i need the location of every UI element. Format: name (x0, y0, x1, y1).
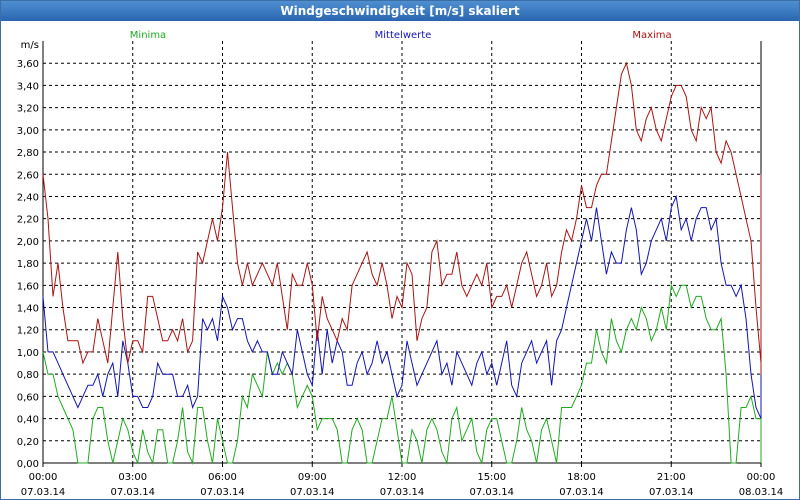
y-tick-label: 0,20 (17, 437, 39, 448)
x-tick-time: 00:00 (747, 472, 776, 483)
y-tick-label: 3,00 (17, 126, 39, 137)
x-tick-date: 07.03.14 (110, 487, 155, 498)
x-tick-time: 09:00 (298, 472, 327, 483)
y-tick-label: 1,20 (17, 326, 39, 337)
x-tick-time: 12:00 (388, 472, 417, 483)
y-tick-label: 0,00 (17, 459, 39, 470)
x-tick-time: 00:00 (29, 472, 58, 483)
window-title: Windgeschwindigkeit [m/s] skaliert (1, 1, 799, 21)
y-axis-label: m/s (21, 40, 39, 51)
x-tick-date: 07.03.14 (380, 487, 425, 498)
x-tick-date: 08.03.14 (739, 487, 784, 498)
y-tick-label: 0,60 (17, 392, 39, 403)
x-tick-time: 06:00 (208, 472, 237, 483)
chart-legend: Minima Mittelwerte Maxima (130, 30, 672, 41)
y-tick-label: 2,60 (17, 170, 39, 181)
y-tick-label: 0,80 (17, 370, 39, 381)
x-tick-time: 18:00 (567, 472, 596, 483)
x-tick-time: 15:00 (477, 472, 506, 483)
y-tick-label: 2,80 (17, 148, 39, 159)
y-tick-label: 1,40 (17, 304, 39, 315)
y-tick-label: 1,60 (17, 281, 39, 292)
x-tick-date: 07.03.14 (559, 487, 604, 498)
x-tick-time: 21:00 (657, 472, 686, 483)
chart-svg: 0,00 0,20 0,40 0,60 0,80 1,00 1,20 1,40 1,60 1,80… (17, 30, 784, 498)
y-tick-label: 2,20 (17, 215, 39, 226)
x-tick-date: 07.03.14 (649, 487, 694, 498)
x-tick-date: 07.03.14 (290, 487, 335, 498)
x-tick-date: 07.03.14 (21, 487, 66, 498)
x-tick-date: 07.03.14 (469, 487, 514, 498)
x-tick-time: 03:00 (118, 472, 147, 483)
y-tick-label: 3,60 (17, 59, 39, 70)
legend-minima: Minima (130, 30, 166, 41)
y-tick-label: 3,40 (17, 81, 39, 92)
chart-window: Windgeschwindigkeit [m/s] skaliert 0,00 0… (0, 0, 800, 500)
legend-maxima: Maxima (632, 30, 671, 41)
y-tick-label: 2,40 (17, 192, 39, 203)
y-tick-label: 0,40 (17, 415, 39, 426)
legend-mittelwerte: Mittelwerte (375, 30, 432, 41)
y-tick-label: 3,20 (17, 104, 39, 115)
y-tick-label: 1,80 (17, 259, 39, 270)
y-tick-label: 1,00 (17, 348, 39, 359)
y-tick-label: 2,00 (17, 237, 39, 248)
x-tick-date: 07.03.14 (200, 487, 245, 498)
